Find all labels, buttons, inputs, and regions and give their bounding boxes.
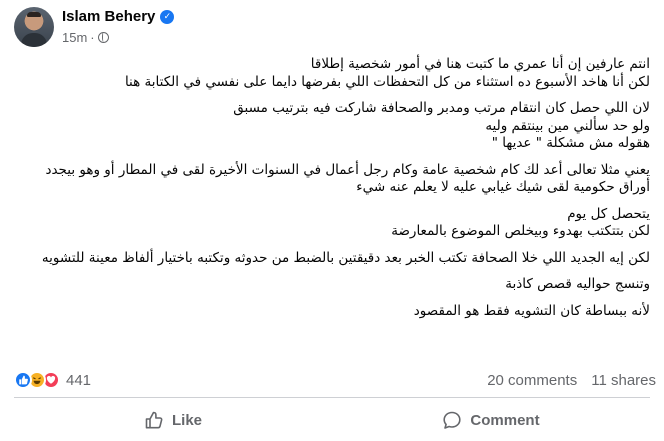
post-text: انتم عارفين إن أنا عمري ما كتبت هنا في أ… <box>14 56 650 329</box>
post-header: Islam Behery ✓ 15m · <box>14 5 650 49</box>
shares-count-link[interactable]: 11 shares <box>591 372 656 389</box>
post-stats: 20 comments 11 shares <box>487 372 656 389</box>
comment-button[interactable]: Comment <box>332 402 650 438</box>
author-avatar[interactable] <box>14 7 54 47</box>
post-paragraph: وتنسج حواليه قصص كاذبة <box>505 276 650 292</box>
author-name-row: Islam Behery ✓ <box>62 8 175 25</box>
globe-icon[interactable] <box>97 32 109 43</box>
post-paragraph: لان اللي حصل كان انتقام مرتب ومدبر والصح… <box>233 100 650 151</box>
author-name[interactable]: Islam Behery <box>62 8 155 25</box>
post-paragraph: يعني مثلا تعالى أعد لك كام شخصية عامة وك… <box>45 161 650 196</box>
like-button[interactable]: Like <box>14 402 332 438</box>
comments-count-link[interactable]: 20 comments <box>487 372 577 389</box>
reactions-summary[interactable]: 441 <box>14 371 91 389</box>
post-time[interactable]: 15m <box>62 30 87 45</box>
post-paragraph: لكن إيه الجديد اللي خلا الصحافة تكتب الخ… <box>41 249 650 266</box>
comment-label: Comment <box>470 411 540 429</box>
post-paragraph: انتم عارفين إن أنا عمري ما كتبت هنا في أ… <box>124 56 650 90</box>
actions-divider <box>14 397 650 398</box>
post-meta: 15m · <box>62 30 109 45</box>
like-reaction-icon <box>14 371 32 389</box>
meta-separator: · <box>90 30 95 45</box>
like-label: Like <box>171 411 202 429</box>
comment-icon <box>443 411 462 429</box>
verified-badge-icon: ✓ <box>160 9 175 24</box>
reaction-count: 441 <box>66 371 92 389</box>
post-paragraph: لأنه ببساطة كان التشويه فقط هو المقصود <box>413 302 650 319</box>
thumbs-up-icon <box>145 411 163 429</box>
post-actions: Like Comment <box>14 402 650 438</box>
post-paragraph: يتحصل كل يوم لكن بتتكتب بهدوء وبيخلص الم… <box>391 205 650 240</box>
